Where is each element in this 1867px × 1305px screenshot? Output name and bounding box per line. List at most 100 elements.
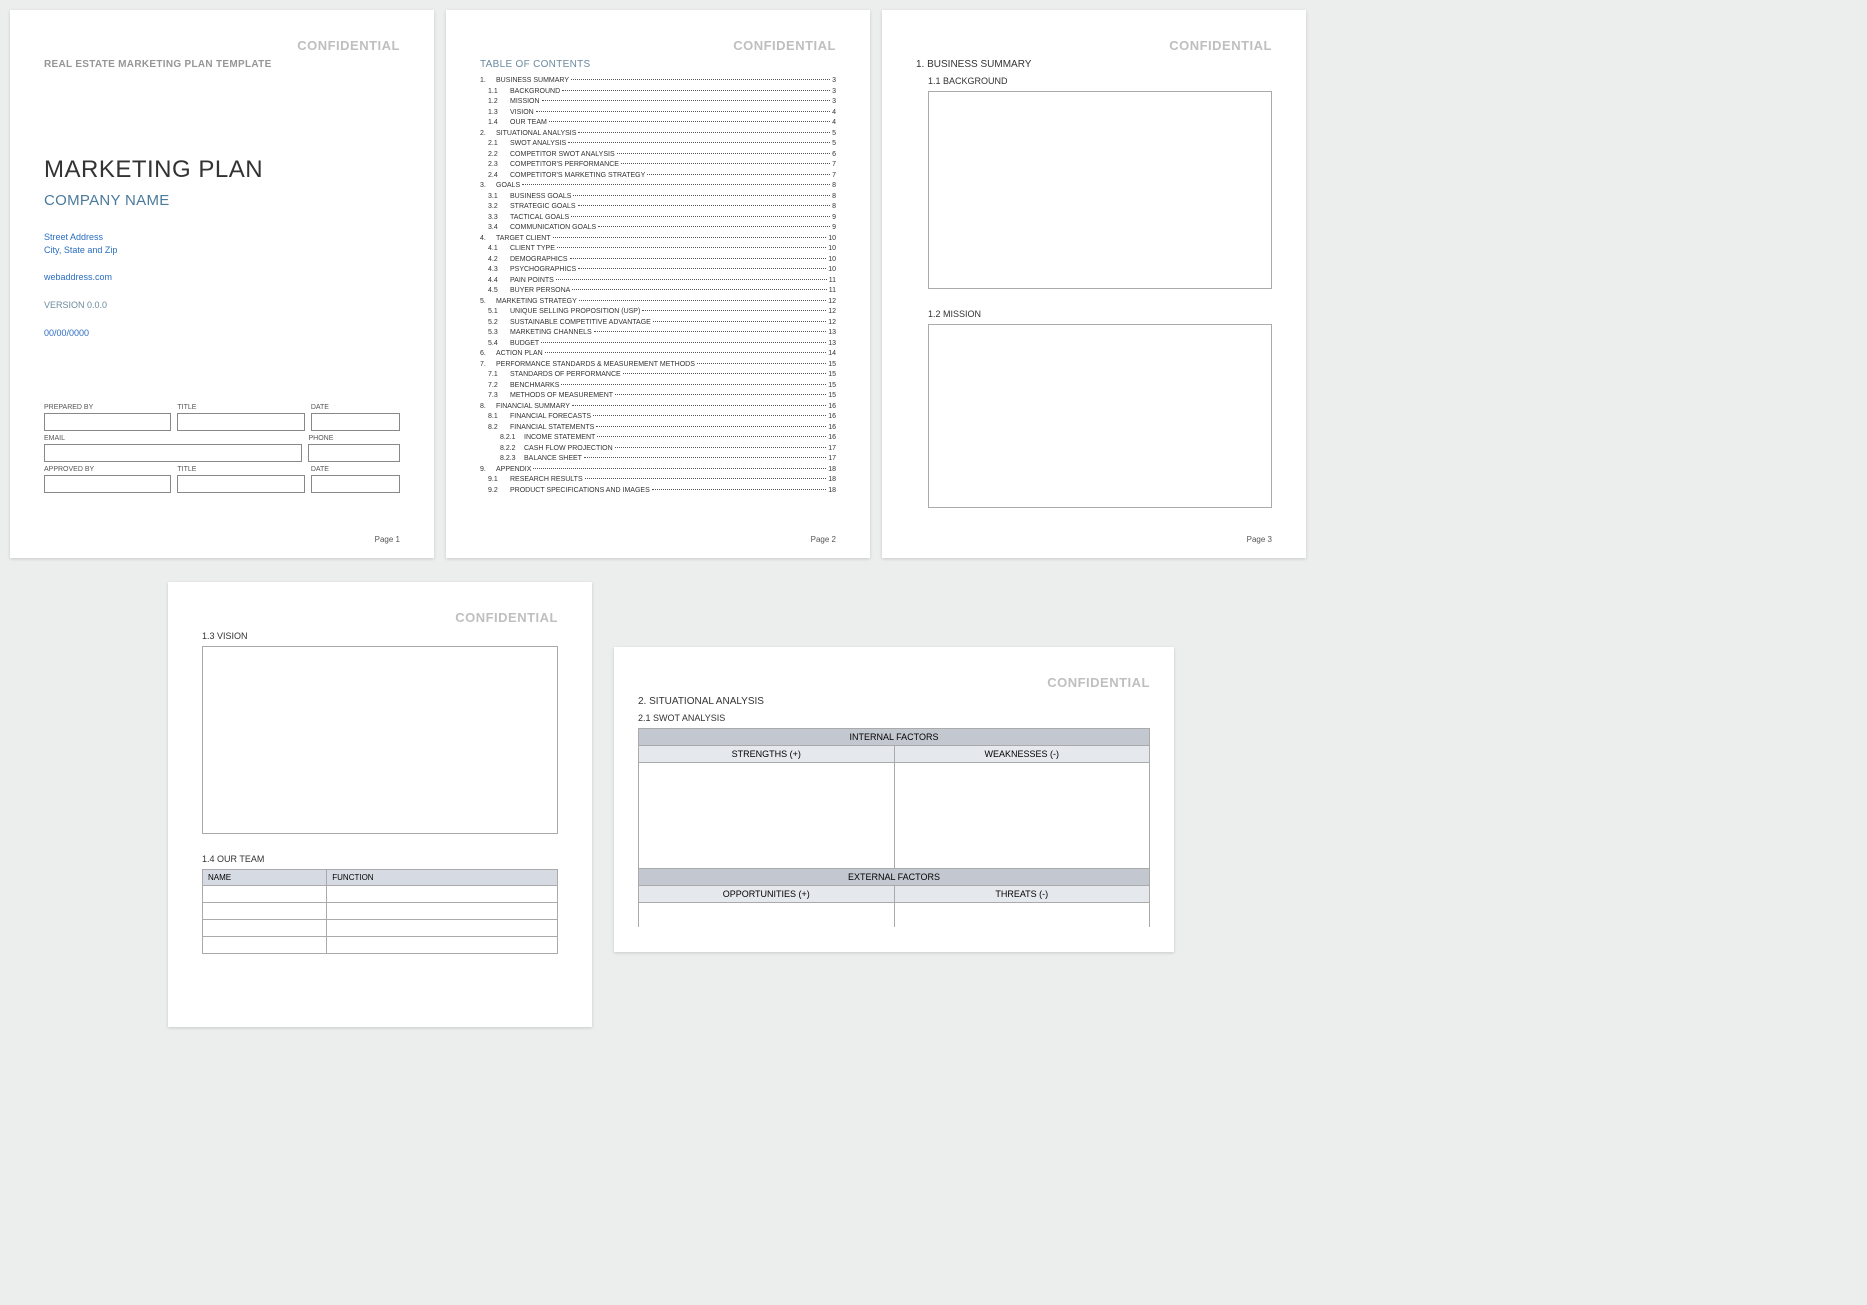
toc-leader [572, 405, 826, 406]
swot-threats-cell[interactable] [894, 903, 1150, 927]
toc-number: 8.2.1 [500, 433, 524, 444]
toc-number: 4.5 [488, 286, 510, 297]
toc-page: 12 [828, 318, 836, 329]
toc-entry[interactable]: 7.PERFORMANCE STANDARDS & MEASUREMENT ME… [480, 360, 836, 371]
toc-number: 4.4 [488, 276, 510, 287]
toc-text: PAIN POINTS [510, 276, 554, 287]
toc-entry[interactable]: 8.2FINANCIAL STATEMENTS16 [480, 423, 836, 434]
date-label: DATE [311, 404, 400, 411]
toc-leader [623, 373, 826, 374]
section-1-1-heading: 1.1 BACKGROUND [928, 76, 1272, 86]
toc-entry[interactable]: 8.1FINANCIAL FORECASTS16 [480, 412, 836, 423]
toc-entry[interactable]: 3.4COMMUNICATION GOALS9 [480, 223, 836, 234]
toc-entry[interactable]: 4.TARGET CLIENT10 [480, 234, 836, 245]
swot-opportunities-cell[interactable] [639, 903, 895, 927]
email-field[interactable] [44, 444, 302, 462]
toc-text: APPENDIX [496, 465, 531, 476]
toc-text: BUYER PERSONA [510, 286, 570, 297]
toc-text: STANDARDS OF PERFORMANCE [510, 370, 621, 381]
page-number: Page 3 [1247, 535, 1272, 544]
toc-entry[interactable]: 4.2DEMOGRAPHICS10 [480, 255, 836, 266]
toc-entry[interactable]: 4.4PAIN POINTS11 [480, 276, 836, 287]
date-field-2[interactable] [311, 475, 400, 493]
toc-entry[interactable]: 2.SITUATIONAL ANALYSIS5 [480, 129, 836, 140]
background-box[interactable] [928, 91, 1272, 289]
toc-entry[interactable]: 8.2.3BALANCE SHEET17 [480, 454, 836, 465]
toc-entry[interactable]: 5.MARKETING STRATEGY12 [480, 297, 836, 308]
title-field-2[interactable] [177, 475, 304, 493]
confidential-label: CONFIDENTIAL [916, 38, 1272, 53]
toc-number: 1.2 [488, 97, 510, 108]
title-field[interactable] [177, 413, 304, 431]
toc-entry[interactable]: 1.BUSINESS SUMMARY3 [480, 76, 836, 87]
toc-entry[interactable]: 2.1SWOT ANALYSIS5 [480, 139, 836, 150]
swot-strengths-cell[interactable] [639, 763, 895, 869]
toc-entry[interactable]: 3.2STRATEGIC GOALS8 [480, 202, 836, 213]
toc-text: CASH FLOW PROJECTION [524, 444, 613, 455]
toc-entry[interactable]: 1.1BACKGROUND3 [480, 87, 836, 98]
toc-entry[interactable]: 6.ACTION PLAN14 [480, 349, 836, 360]
toc-text: MARKETING STRATEGY [496, 297, 577, 308]
toc-text: TACTICAL GOALS [510, 213, 569, 224]
toc-entry[interactable]: 2.3COMPETITOR'S PERFORMANCE7 [480, 160, 836, 171]
toc-entry[interactable]: 3.3TACTICAL GOALS9 [480, 213, 836, 224]
toc-page: 10 [828, 255, 836, 266]
toc-entry[interactable]: 4.3PSYCHOGRAPHICS10 [480, 265, 836, 276]
toc-leader [522, 184, 830, 185]
toc-entry[interactable]: 7.1STANDARDS OF PERFORMANCE15 [480, 370, 836, 381]
toc-entry[interactable]: 2.4COMPETITOR'S MARKETING STRATEGY7 [480, 171, 836, 182]
phone-field[interactable] [308, 444, 400, 462]
toc-number: 2.2 [488, 150, 510, 161]
toc-text: CLIENT TYPE [510, 244, 555, 255]
toc-entry[interactable]: 5.2SUSTAINABLE COMPETITIVE ADVANTAGE12 [480, 318, 836, 329]
title-label-2: TITLE [177, 466, 304, 473]
toc-leader [585, 478, 827, 479]
toc-entry[interactable]: 8.FINANCIAL SUMMARY16 [480, 402, 836, 413]
date-field[interactable] [311, 413, 400, 431]
toc-leader [561, 384, 826, 385]
toc-leader [615, 394, 826, 395]
toc-entry[interactable]: 8.2.1INCOME STATEMENT16 [480, 433, 836, 444]
toc-title: TABLE OF CONTENTS [480, 59, 836, 70]
toc-number: 6. [480, 349, 496, 360]
toc-number: 1.4 [488, 118, 510, 129]
toc-entry[interactable]: 5.4BUDGET13 [480, 339, 836, 350]
toc-entry[interactable]: 4.5BUYER PERSONA11 [480, 286, 836, 297]
city-line: City, State and Zip [44, 244, 400, 257]
toc-leader [578, 132, 830, 133]
toc-entry[interactable]: 2.2COMPETITOR SWOT ANALYSIS6 [480, 150, 836, 161]
toc-entry[interactable]: 7.3METHODS OF MEASUREMENT15 [480, 391, 836, 402]
toc-entry[interactable]: 8.2.2CASH FLOW PROJECTION17 [480, 444, 836, 455]
toc-leader [533, 468, 826, 469]
toc-entry[interactable]: 3.1BUSINESS GOALS8 [480, 192, 836, 203]
toc-entry[interactable]: 1.2MISSION3 [480, 97, 836, 108]
toc-entry[interactable]: 4.1CLIENT TYPE10 [480, 244, 836, 255]
prepared-by-field[interactable] [44, 413, 171, 431]
swot-weaknesses-cell[interactable] [894, 763, 1150, 869]
page-1: CONFIDENTIAL REAL ESTATE MARKETING PLAN … [10, 10, 434, 558]
toc-number: 7.3 [488, 391, 510, 402]
toc-page: 5 [832, 129, 836, 140]
toc-text: INCOME STATEMENT [524, 433, 595, 444]
table-row [203, 903, 558, 920]
toc-number: 7.1 [488, 370, 510, 381]
vision-box[interactable] [202, 646, 558, 834]
toc-entry[interactable]: 5.1UNIQUE SELLING PROPOSITION (USP)12 [480, 307, 836, 318]
swot-threats-header: THREATS (-) [894, 886, 1150, 903]
toc-number: 2.3 [488, 160, 510, 171]
toc-entry[interactable]: 1.3VISION4 [480, 108, 836, 119]
toc-text: MARKETING CHANNELS [510, 328, 592, 339]
approved-by-field[interactable] [44, 475, 171, 493]
toc-entry[interactable]: 1.4OUR TEAM4 [480, 118, 836, 129]
toc-text: METHODS OF MEASUREMENT [510, 391, 613, 402]
toc-entry[interactable]: 9.1RESEARCH RESULTS18 [480, 475, 836, 486]
mission-box[interactable] [928, 324, 1272, 508]
toc-text: RESEARCH RESULTS [510, 475, 583, 486]
toc-entry[interactable]: 9.2PRODUCT SPECIFICATIONS AND IMAGES18 [480, 486, 836, 497]
toc-entry[interactable]: 7.2BENCHMARKS15 [480, 381, 836, 392]
table-row [203, 937, 558, 954]
toc-page: 8 [832, 202, 836, 213]
toc-entry[interactable]: 9.APPENDIX18 [480, 465, 836, 476]
toc-entry[interactable]: 5.3MARKETING CHANNELS13 [480, 328, 836, 339]
toc-entry[interactable]: 3.GOALS8 [480, 181, 836, 192]
